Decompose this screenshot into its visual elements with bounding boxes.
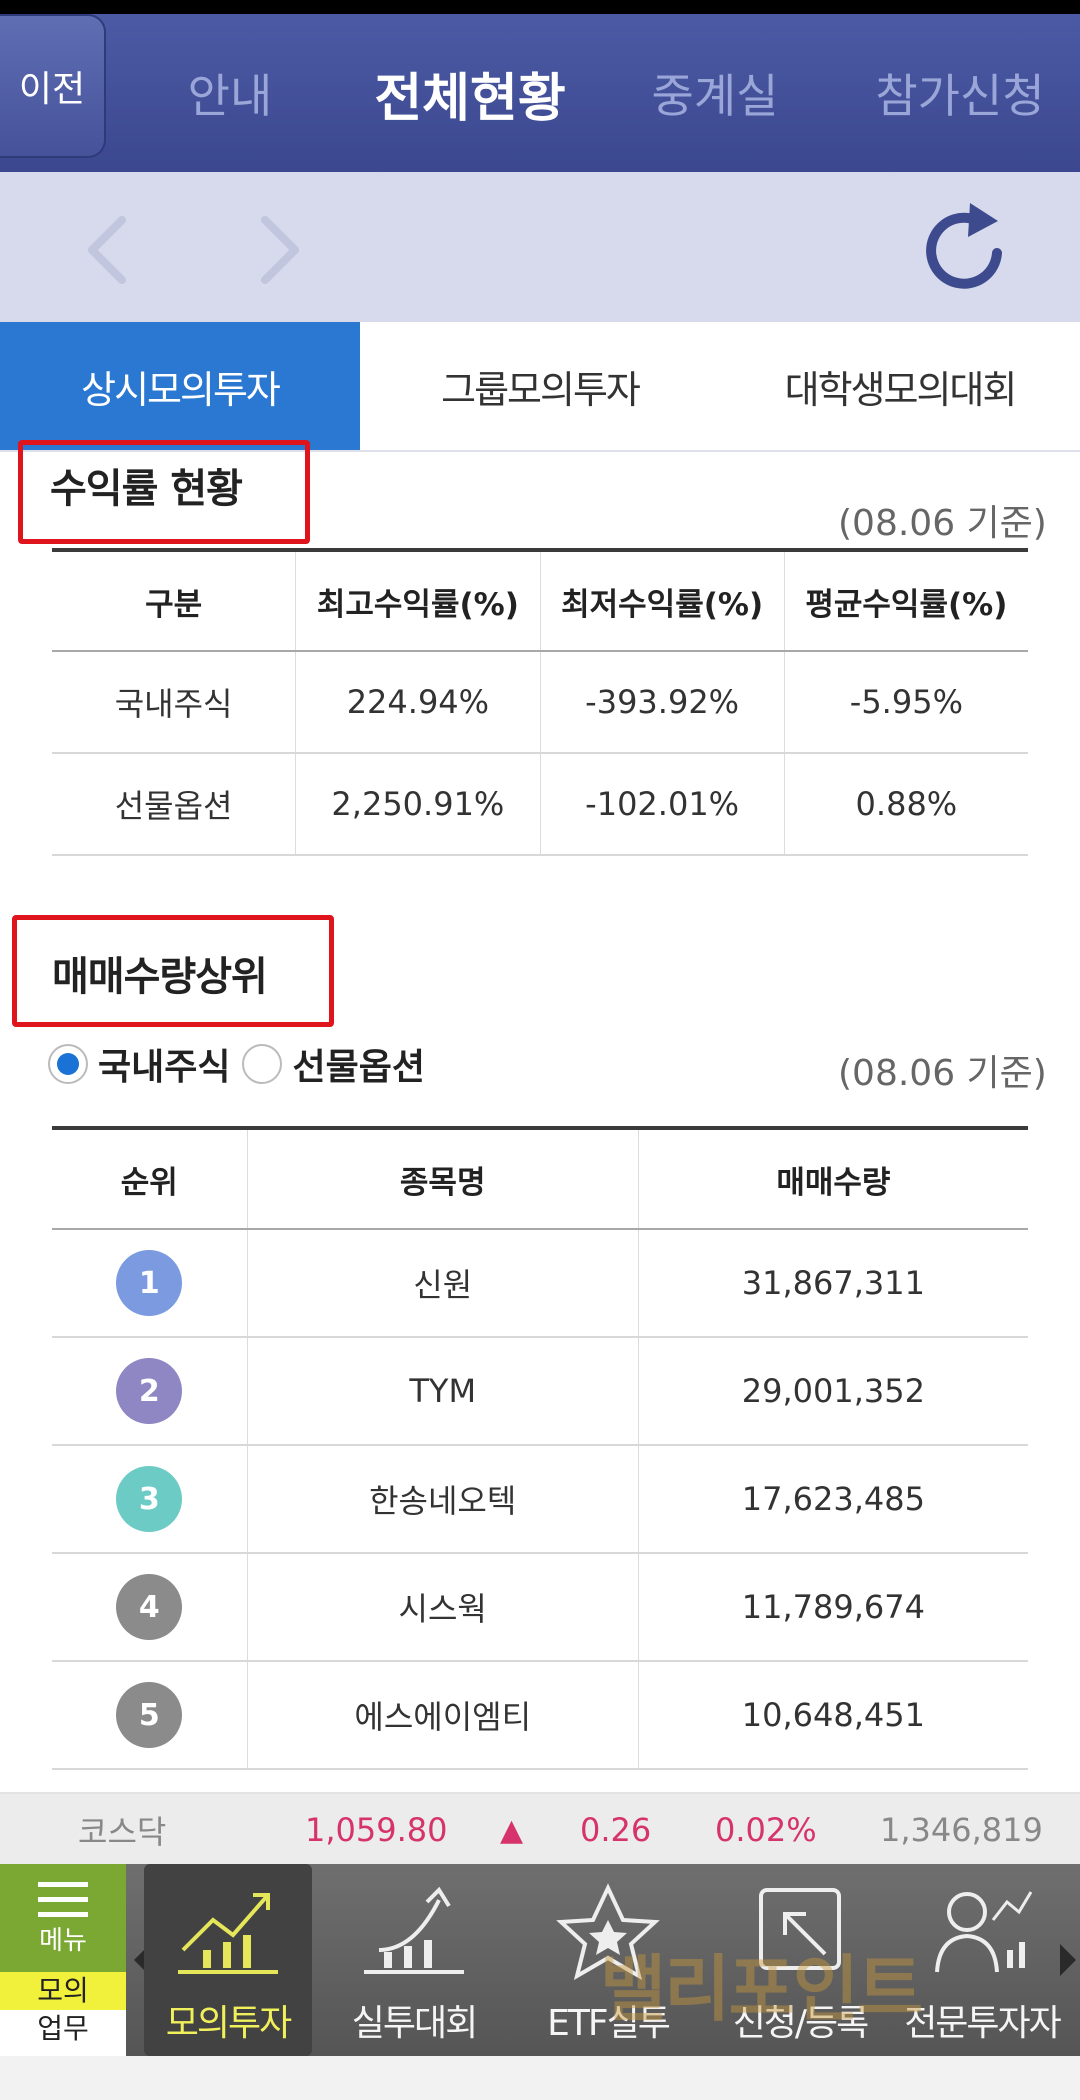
nav-label: 실투대회	[351, 2003, 478, 2044]
trade-volume: 11,789,674	[741, 1588, 925, 1626]
menu-button-label: 메뉴	[39, 1926, 87, 1956]
volume-ranking-table: 순위 종목명 매매수량 1 신원 31,867,311 2 TYM 29,001…	[52, 1126, 1028, 1770]
investment-type-tabs: 상시모의투자 그룹모의투자 대학생모의대회	[0, 322, 1080, 452]
returns-table: 구분 최고수익률(%) 최저수익률(%) 평균수익률(%) 국내주식 224.9…	[52, 548, 1028, 856]
rank-badge: 1	[116, 1250, 183, 1316]
rank-cell: 4	[52, 1554, 248, 1660]
table-row: 국내주식 224.94% -393.92% -5.95%	[52, 652, 1028, 754]
table-row[interactable]: 5 에스에이엠티 10,648,451	[52, 1662, 1028, 1770]
tab-university-contest[interactable]: 대학생모의대회	[720, 322, 1080, 450]
row-max-return: 224.94%	[296, 652, 541, 752]
header-trade-volume: 매매수량	[776, 1164, 891, 1201]
returns-basis-date: (08.06 기준)	[838, 503, 1047, 544]
radio-futures-options[interactable]	[242, 1044, 283, 1084]
radio-futures-options-label[interactable]: 선물옵션	[292, 1038, 424, 1090]
rank-cell: 1	[52, 1230, 248, 1336]
status-bar	[0, 0, 1080, 14]
header-avg-return: 평균수익률(%)	[805, 586, 1008, 623]
back-button[interactable]: 이전	[0, 14, 106, 158]
trade-volume: 17,623,485	[741, 1480, 925, 1518]
market-radio-group: 국내주식 선물옵션	[48, 1034, 425, 1094]
date-navigation-bar	[0, 172, 1080, 322]
ticker-index-name: 코스닥	[78, 1813, 167, 1851]
rank-badge: 3	[116, 1466, 183, 1532]
ticker-volume: 1,346,819	[880, 1811, 1043, 1849]
nav-label: 전문투자자	[904, 2003, 1062, 2044]
row-max-return: 2,250.91%	[296, 754, 541, 854]
chevron-left-icon[interactable]	[72, 205, 142, 295]
tab-group-mock[interactable]: 그룹모의투자	[360, 322, 720, 450]
table-row[interactable]: 4 시스웍 11,789,674	[52, 1554, 1028, 1662]
table-row: 선물옵션 2,250.91% -102.01% 0.88%	[52, 754, 1028, 856]
mode-label-bottom: 업무	[37, 2012, 89, 2045]
row-avg-return: -5.95%	[849, 683, 963, 721]
row-min-return: -102.01%	[541, 754, 785, 854]
returns-section-title: 수익률 현황	[50, 466, 243, 512]
hamburger-icon	[38, 1882, 88, 1917]
row-avg-return: 0.88%	[855, 785, 958, 823]
nav-label: 모의투자	[165, 2003, 292, 2044]
rank-badge: 5	[116, 1682, 183, 1748]
stock-name: 시스웍	[248, 1554, 639, 1660]
row-category: 국내주식	[52, 652, 297, 752]
chart-up-icon	[178, 1893, 278, 1974]
tab-broadcast[interactable]: 중계실	[620, 14, 810, 172]
tab-apply[interactable]: 참가신청	[850, 14, 1070, 172]
table-row[interactable]: 3 한송네오텍 17,623,485	[52, 1446, 1028, 1554]
ticker-percent: 0.02%	[715, 1811, 817, 1849]
nav-mock-investment[interactable]: 모의투자	[144, 1864, 312, 2056]
stock-name: TYM	[248, 1338, 639, 1444]
investor-icon	[935, 1891, 1033, 1973]
row-min-return: -393.92%	[541, 652, 785, 752]
growth-arrow-icon	[364, 1886, 464, 1974]
up-triangle-icon: ▲	[500, 1812, 524, 1848]
back-button-label: 이전	[18, 69, 86, 110]
chevron-right-icon[interactable]	[245, 205, 315, 295]
trade-volume: 10,648,451	[741, 1696, 925, 1734]
rank-cell: 3	[52, 1446, 248, 1552]
radio-domestic-stock-label[interactable]: 국내주식	[98, 1038, 230, 1090]
nav-pro-investor[interactable]: 전문투자자	[898, 1864, 1066, 2056]
rank-badge: 4	[116, 1574, 183, 1640]
radio-domestic-stock[interactable]	[48, 1044, 88, 1084]
refresh-icon[interactable]	[920, 195, 1010, 295]
ticker-index-value: 1,059.80	[305, 1811, 448, 1849]
rank-cell: 2	[52, 1338, 248, 1444]
stock-name: 신원	[248, 1230, 639, 1336]
tab-regular-mock[interactable]: 상시모의투자	[0, 322, 360, 450]
row-category: 선물옵션	[52, 754, 297, 854]
rank-cell: 5	[52, 1662, 248, 1768]
volume-section-title: 매매수량상위	[52, 954, 268, 1000]
mode-label-top: 모의	[0, 1972, 126, 2010]
header-min-return: 최저수익률(%)	[541, 552, 785, 650]
trade-volume: 29,001,352	[741, 1372, 925, 1410]
tab-guide[interactable]: 안내	[140, 14, 320, 172]
rank-badge: 2	[116, 1358, 183, 1424]
header-stock-name: 종목명	[248, 1130, 639, 1228]
stock-name: 한송네오텍	[248, 1446, 639, 1552]
volume-basis-date: (08.06 기준)	[838, 1053, 1047, 1094]
header-max-return: 최고수익률(%)	[296, 552, 541, 650]
header-rank: 순위	[52, 1130, 248, 1228]
watermark: 밸리포인트	[600, 1947, 923, 2031]
trade-volume: 31,867,311	[741, 1264, 925, 1302]
ticker-change: 0.26	[580, 1811, 652, 1849]
bottom-spacer	[0, 2056, 1080, 2100]
mode-label[interactable]: 모의 업무	[0, 1972, 126, 2056]
stock-name: 에스에이엠티	[248, 1662, 639, 1768]
tab-overview[interactable]: 전체현황	[360, 14, 580, 172]
table-header-row: 구분 최고수익률(%) 최저수익률(%) 평균수익률(%)	[52, 552, 1028, 652]
table-row[interactable]: 1 신원 31,867,311	[52, 1230, 1028, 1338]
table-header-row: 순위 종목명 매매수량	[52, 1130, 1028, 1230]
nav-real-contest[interactable]: 실투대회	[330, 1864, 498, 2056]
table-row[interactable]: 2 TYM 29,001,352	[52, 1338, 1028, 1446]
index-ticker[interactable]: 코스닥 1,059.80 ▲ 0.26 0.02% 1,346,819	[0, 1792, 1080, 1866]
header-category: 구분	[52, 552, 297, 650]
